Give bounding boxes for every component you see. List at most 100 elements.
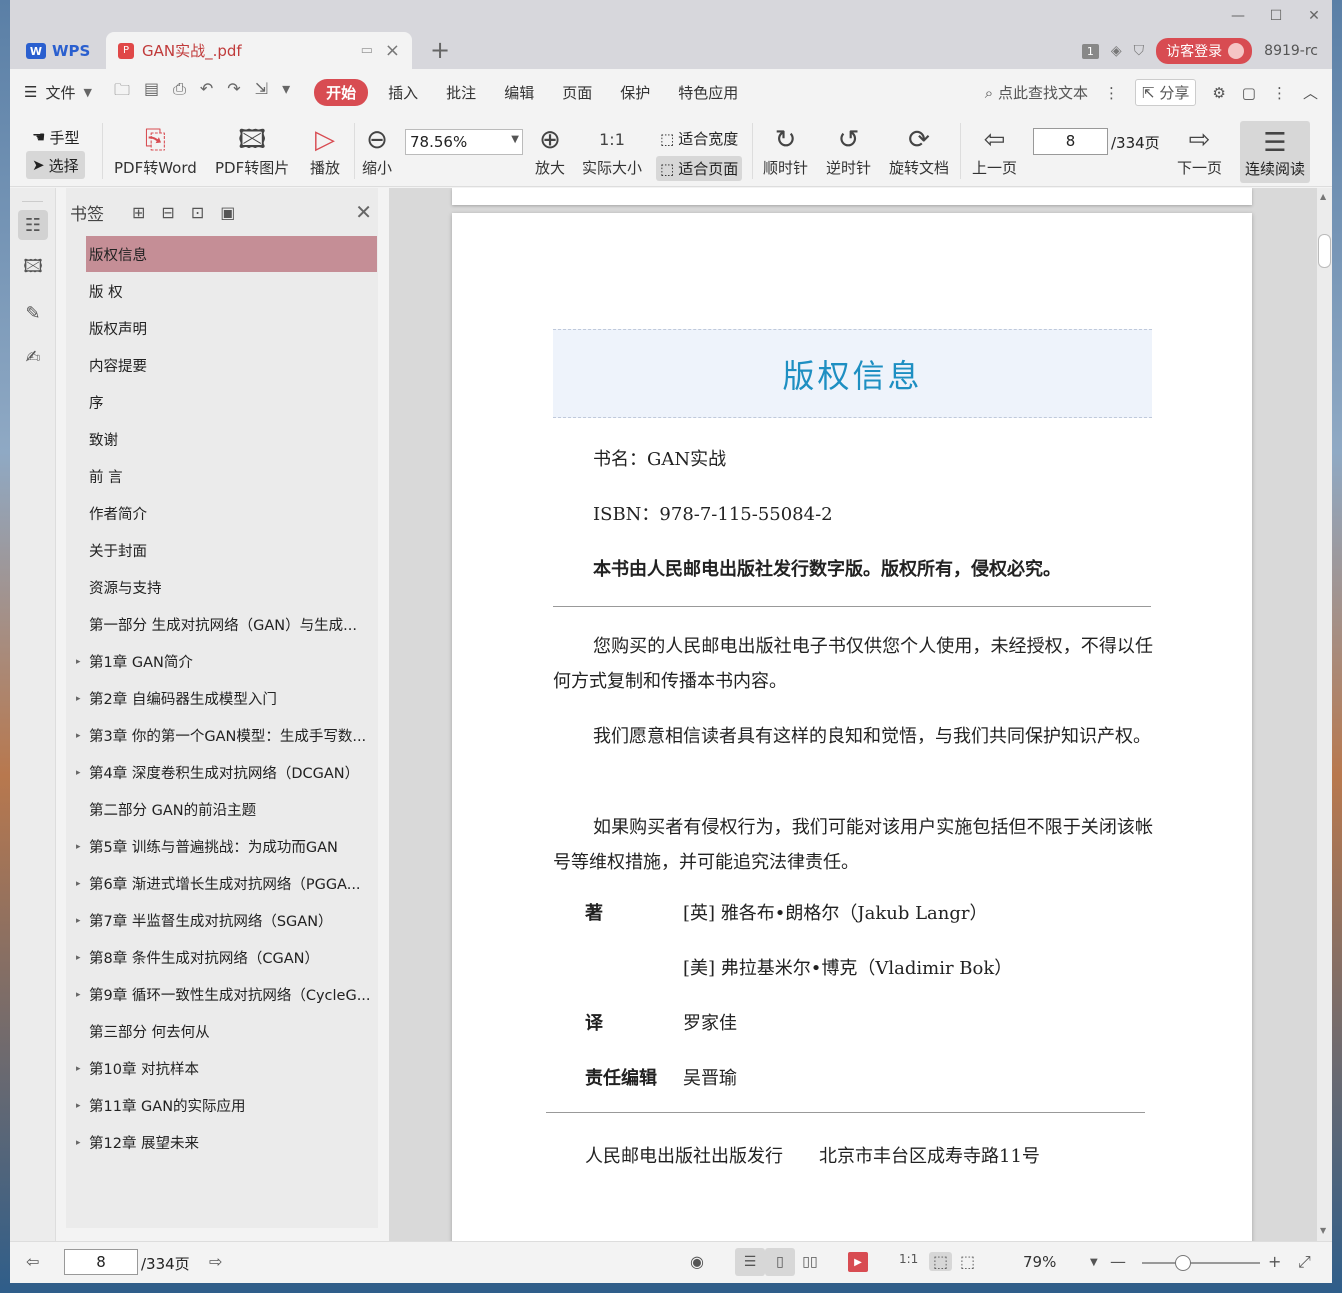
save-icon[interactable]: ▤	[144, 79, 159, 106]
status-play-icon[interactable]: ▶	[848, 1252, 868, 1272]
close-panel-icon[interactable]: ✕	[355, 200, 372, 224]
play-button[interactable]: ▷ 播放	[310, 123, 340, 178]
zoom-dropdown-icon[interactable]: ▼	[1090, 1257, 1098, 1268]
bookmark-item[interactable]: 关于封面	[66, 532, 378, 569]
zoom-select[interactable]: 78.56% ▼	[405, 129, 523, 155]
eye-protection-icon[interactable]: ◉	[690, 1252, 704, 1271]
bookmark-item[interactable]: ▸ 第1章 GAN简介	[66, 643, 378, 680]
status-prev-icon[interactable]: ⇦	[26, 1252, 39, 1271]
expand-triangle-icon[interactable]: ▸	[76, 1101, 81, 1111]
bookmark-item[interactable]: 资源与支持	[66, 569, 378, 606]
add-bookmark-icon[interactable]: ⊡	[191, 203, 204, 222]
bookmark-item[interactable]: 第二部分 GAN的前沿主题	[66, 791, 378, 828]
scroll-up-icon[interactable]: ▲	[1320, 192, 1326, 201]
select-tool-button[interactable]: ➤ 选择	[26, 151, 86, 179]
window-count-badge[interactable]: 1	[1081, 43, 1099, 59]
bookmark-item[interactable]: 前 言	[66, 458, 378, 495]
status-fit-width-icon[interactable]: ⬚	[960, 1252, 975, 1271]
redo-icon[interactable]: ↷	[227, 79, 240, 106]
bookmark-item[interactable]: ▸ 第12章 展望未来	[66, 1124, 378, 1161]
guest-login-button[interactable]: 访客登录	[1156, 38, 1253, 64]
expand-triangle-icon[interactable]: ▸	[76, 731, 81, 741]
expand-triangle-icon[interactable]: ▸	[76, 879, 81, 889]
menu-start[interactable]: 开始	[314, 78, 369, 106]
skin-icon[interactable]: ◈	[1111, 43, 1122, 59]
rotate-clockwise-button[interactable]: ↻ 顺时针	[763, 123, 808, 178]
open-folder-icon[interactable]: 🗀	[114, 79, 130, 106]
expand-triangle-icon[interactable]: ▸	[76, 1138, 81, 1148]
expand-triangle-icon[interactable]: ▸	[76, 953, 81, 963]
bookmark-item[interactable]: 作者简介	[66, 495, 378, 532]
expand-triangle-icon[interactable]: ▸	[76, 657, 81, 667]
new-tab-button[interactable]: +	[430, 36, 450, 64]
tshirt-icon[interactable]: ⛉	[1134, 43, 1145, 59]
comment-icon[interactable]: ▢	[1242, 84, 1256, 102]
fit-width-button[interactable]: ⬚ 适合宽度	[656, 126, 742, 151]
menu-edit[interactable]: 编辑	[504, 82, 534, 103]
rotate-counterclockwise-button[interactable]: ↺ 逆时针	[826, 123, 871, 178]
status-zoom-in-icon[interactable]: +	[1268, 1252, 1281, 1271]
menu-annotate[interactable]: 批注	[446, 82, 476, 103]
kebab-icon[interactable]: ⋮	[1104, 84, 1119, 102]
two-page-view-icon[interactable]: ▯▯	[795, 1248, 825, 1276]
bookmark-item[interactable]: ▸ 第3章 你的第一个GAN模型：生成手写数...	[66, 717, 378, 754]
zoom-slider[interactable]	[1142, 1255, 1260, 1271]
scroll-down-icon[interactable]: ▼	[1320, 1226, 1326, 1235]
settings-gear-icon[interactable]: ⚙	[1212, 84, 1225, 102]
wps-home-tab[interactable]: W WPS	[14, 34, 104, 68]
bookmark-item[interactable]: ▸ 第5章 训练与普遍挑战：为成功而GAN	[66, 828, 378, 865]
bookmark-item[interactable]: 内容提要	[66, 347, 378, 384]
status-actual-size-icon[interactable]: 1:1	[899, 1252, 918, 1266]
vertical-scrollbar[interactable]: ▲ ▼	[1317, 188, 1332, 1241]
actual-size-button[interactable]: 1:1 实际大小	[582, 123, 642, 178]
status-fit-page-icon[interactable]: ⬚	[929, 1252, 953, 1271]
fullscreen-icon[interactable]: ⤢	[1298, 1252, 1311, 1272]
expand-triangle-icon[interactable]: ▸	[76, 916, 81, 926]
scroll-thumb[interactable]	[1318, 234, 1331, 268]
export-icon[interactable]: ⇲	[255, 79, 268, 106]
bookmark-item[interactable]: ▸ 第4章 深度卷积生成对抗网络（DCGAN）	[66, 754, 378, 791]
menu-special[interactable]: 特色应用	[678, 82, 738, 103]
zoom-slider-knob[interactable]	[1175, 1255, 1192, 1271]
bookmark-options-icon[interactable]: ▣	[220, 203, 235, 222]
status-page-input[interactable]: 8	[64, 1249, 138, 1275]
bookmark-item[interactable]: 序	[66, 384, 378, 421]
pdf-to-image-button[interactable]: 🖾 PDF转图片	[215, 123, 289, 178]
bookmark-item[interactable]: ▸ 第10章 对抗样本	[66, 1050, 378, 1087]
expand-triangle-icon[interactable]: ▸	[76, 1064, 81, 1074]
expand-all-icon[interactable]: ⊞	[132, 203, 145, 222]
document-viewport[interactable]: 版权信息 书名：GAN实战 ISBN：978-7-115-55084-2 本书由…	[389, 188, 1317, 1241]
file-menu[interactable]: ☰ 文件 ▼	[24, 82, 92, 103]
bookmark-item[interactable]: ▸ 第11章 GAN的实际应用	[66, 1087, 378, 1124]
share-button[interactable]: ⇱ 分享	[1134, 79, 1197, 106]
continuous-view-icon[interactable]: ☰	[735, 1248, 765, 1276]
bookmark-item[interactable]: ▸ 第6章 渐进式增长生成对抗网络（PGGA...	[66, 865, 378, 902]
bookmark-item[interactable]: ▸ 第2章 自编码器生成模型入门	[66, 680, 378, 717]
thumbnail-image-icon[interactable]: 🖾	[18, 254, 48, 284]
menu-protect[interactable]: 保护	[620, 82, 650, 103]
bookmark-panel-icon[interactable]: ☷	[18, 210, 48, 240]
monitor-icon[interactable]: ▭	[361, 43, 373, 58]
bookmark-item[interactable]: 第一部分 生成对抗网络（GAN）与生成...	[66, 606, 378, 643]
close-tab-icon[interactable]: ×	[385, 40, 400, 61]
collapse-ribbon-icon[interactable]: ︿	[1303, 82, 1318, 103]
rotate-document-button[interactable]: ⟳ 旋转文档	[889, 123, 949, 178]
expand-triangle-icon[interactable]: ▸	[76, 990, 81, 1000]
fit-page-button[interactable]: ⬚ 适合页面	[656, 156, 743, 181]
continuous-reading-button[interactable]: ☰ 连续阅读	[1240, 121, 1310, 183]
minimize-icon[interactable]: —	[1230, 8, 1246, 24]
prev-page-button[interactable]: ⇦ 上一页	[972, 123, 1017, 178]
bookmark-item[interactable]: 版 权	[66, 273, 378, 310]
find-text-button[interactable]: ⌕ 点此查找文本	[985, 82, 1088, 103]
collapse-all-icon[interactable]: ⊟	[161, 203, 174, 222]
single-page-view-icon[interactable]: ▯	[765, 1248, 795, 1276]
print-icon[interactable]: ⎙	[173, 79, 186, 106]
bookmark-item[interactable]: 版权信息	[86, 236, 377, 272]
expand-triangle-icon[interactable]: ▸	[76, 694, 81, 704]
status-zoom-out-icon[interactable]: —	[1110, 1252, 1126, 1271]
menu-insert[interactable]: 插入	[388, 82, 418, 103]
bookmark-item[interactable]: 第三部分 何去何从	[66, 1013, 378, 1050]
zoom-out-button[interactable]: ⊖ 缩小	[362, 123, 392, 178]
maximize-icon[interactable]: ☐	[1268, 8, 1284, 24]
next-page-button[interactable]: ⇨ 下一页	[1177, 123, 1222, 178]
